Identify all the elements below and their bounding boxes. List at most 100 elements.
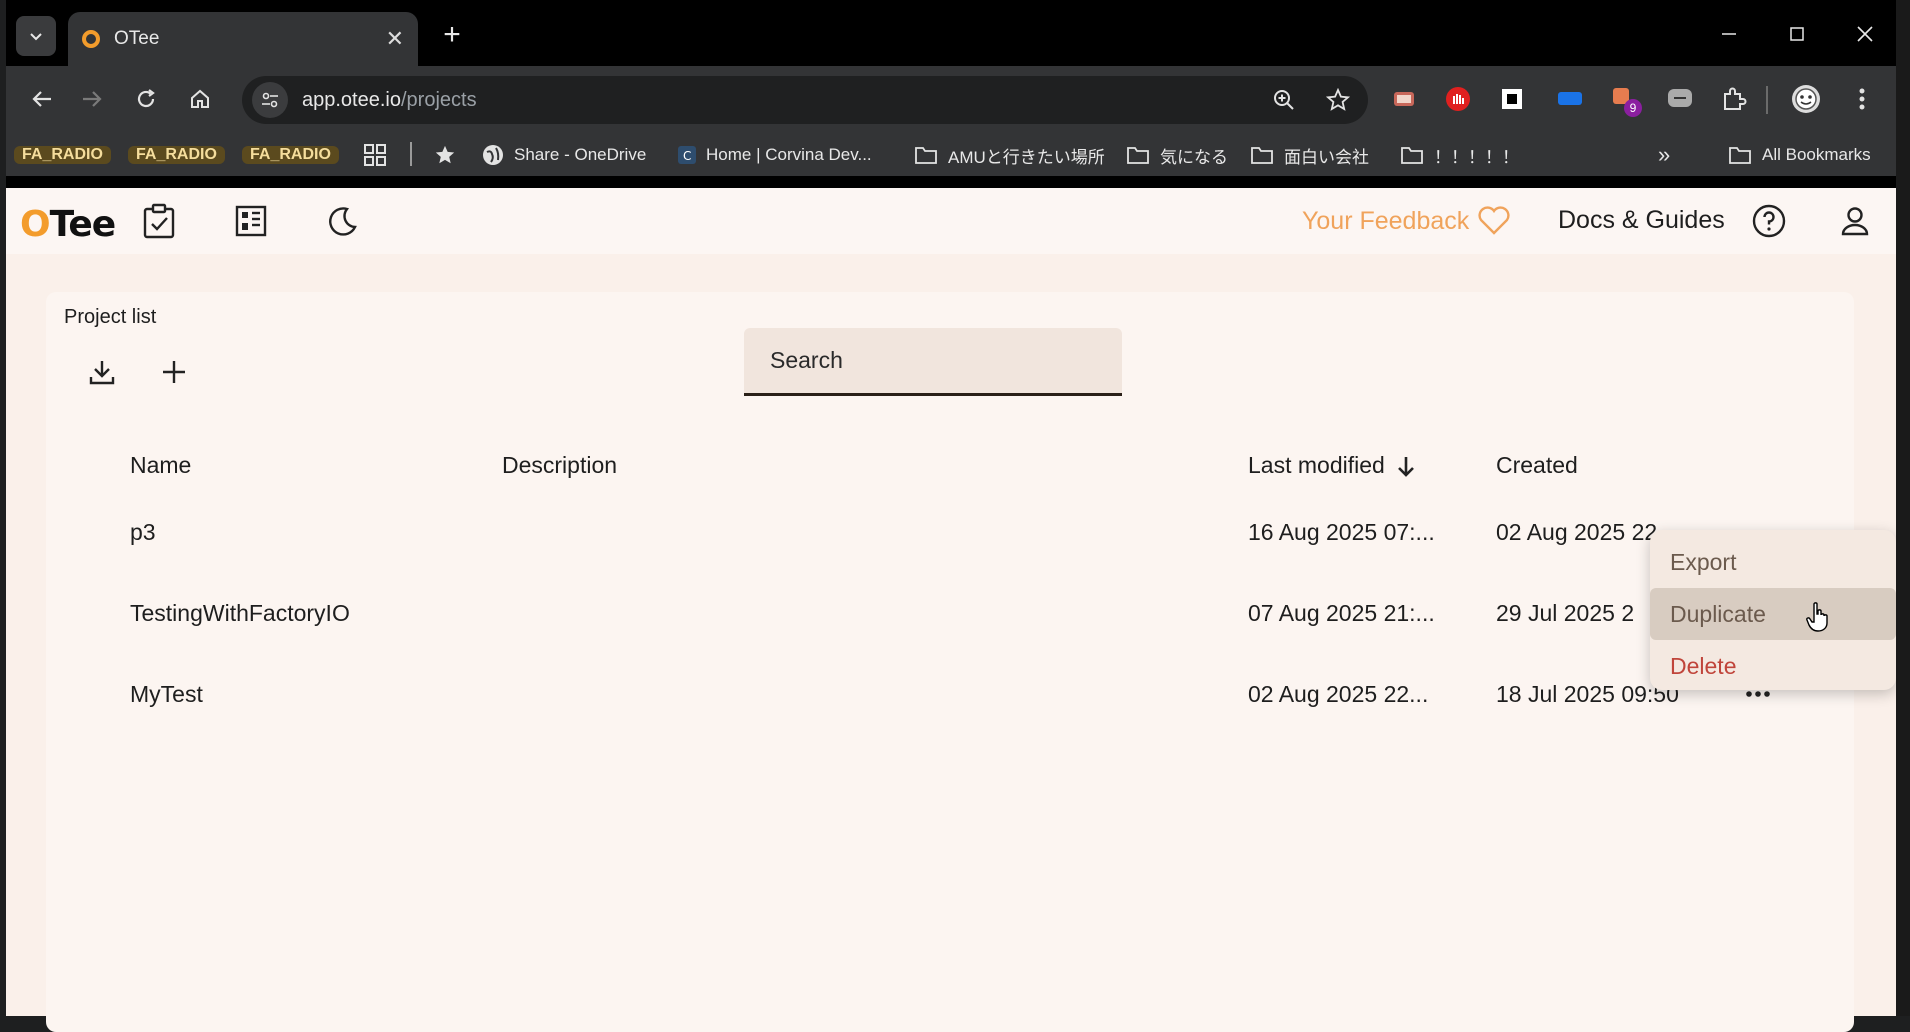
- column-header-description[interactable]: Description: [502, 452, 617, 479]
- column-header-name[interactable]: Name: [130, 452, 191, 479]
- extension-hand-icon[interactable]: [1442, 83, 1474, 115]
- tab-strip: OTee ✕ +: [6, 0, 1896, 66]
- card-title: Project list: [64, 306, 157, 328]
- reload-button[interactable]: [126, 79, 166, 119]
- corvina-favicon-icon: C: [678, 146, 696, 164]
- extension-badge-icon[interactable]: 9: [1608, 83, 1642, 117]
- otee-app: OTee Your Feedback Docs & Guides Project…: [6, 188, 1896, 1032]
- column-header-last-modified[interactable]: Last modified: [1248, 452, 1419, 479]
- home-icon: [191, 89, 209, 108]
- extension-square-icon[interactable]: [1496, 83, 1528, 115]
- close-tab-icon[interactable]: ✕: [386, 26, 404, 52]
- bookmarks-overflow-button[interactable]: »: [1658, 140, 1670, 170]
- close-icon: [1857, 26, 1873, 42]
- bookmark-folder-omoshiroi[interactable]: 面白い会社: [1250, 140, 1369, 170]
- all-bookmarks-button[interactable]: All Bookmarks: [1728, 140, 1871, 170]
- new-tab-button[interactable]: +: [434, 18, 470, 54]
- apps-grid-button[interactable]: [364, 140, 396, 170]
- folder-icon: [1729, 147, 1751, 164]
- zoom-button[interactable]: [1270, 86, 1298, 114]
- table-row[interactable]: MyTest 02 Aug 2025 22... 18 Jul 2025 09:…: [46, 654, 1854, 734]
- browser-menu-icon[interactable]: [1846, 83, 1878, 115]
- folder-icon: [1251, 147, 1273, 164]
- help-button[interactable]: [1748, 200, 1790, 242]
- project-name[interactable]: p3: [130, 492, 156, 572]
- clipboard-check-icon: [143, 203, 175, 239]
- app-header: OTee Your Feedback Docs & Guides: [6, 188, 1896, 254]
- project-name[interactable]: TestingWithFactoryIO: [130, 573, 350, 653]
- bookmark-folder-amu[interactable]: AMUと行きたい場所: [914, 140, 1105, 170]
- minimize-icon: [1722, 33, 1736, 35]
- desktop-edge: [1896, 0, 1910, 1016]
- extension-chat-icon[interactable]: [1664, 83, 1696, 115]
- maximize-icon: [1790, 27, 1804, 41]
- svg-text:C: C: [683, 149, 691, 163]
- extension-cast-icon[interactable]: [1388, 83, 1420, 115]
- hand-cursor-icon: [1806, 602, 1828, 632]
- bookmark-fa-radio-2[interactable]: FA_RADIO: [128, 140, 225, 170]
- project-name[interactable]: MyTest: [130, 654, 203, 734]
- site-info-button[interactable]: [252, 82, 288, 118]
- tab-search-button[interactable]: [16, 16, 56, 56]
- table-row[interactable]: p3 16 Aug 2025 07:... 02 Aug 2025 22: [46, 492, 1854, 572]
- home-button[interactable]: [180, 79, 220, 119]
- maximize-button[interactable]: [1772, 14, 1822, 54]
- bookmark-fa-radio-3[interactable]: FA_RADIO: [242, 140, 339, 170]
- bookmark-onedrive[interactable]: Share - OneDrive: [482, 140, 646, 170]
- folder-icon: [915, 147, 937, 164]
- help-circle-icon: [1752, 204, 1786, 238]
- tune-icon: [262, 92, 278, 108]
- feedback-link[interactable]: Your Feedback: [1302, 206, 1511, 236]
- user-account-button[interactable]: [1834, 200, 1876, 242]
- menu-item-export[interactable]: Export: [1650, 536, 1896, 588]
- close-window-button[interactable]: [1840, 14, 1890, 54]
- profile-avatar-icon[interactable]: [1790, 83, 1822, 115]
- browser-window: OTee ✕ + app.otee.io/projects 9 FA_RADIO…: [6, 0, 1896, 188]
- dashboard-nav-button[interactable]: [230, 200, 272, 242]
- menu-item-delete[interactable]: Delete: [1650, 640, 1896, 692]
- project-created: 29 Jul 2025 2: [1496, 600, 1635, 626]
- bookmark-star-button[interactable]: [1324, 86, 1352, 114]
- bookmarks-bar: FA_RADIO FA_RADIO FA_RADIO Share - OneDr…: [6, 132, 1896, 176]
- globe-icon: [483, 145, 503, 165]
- column-header-created[interactable]: Created: [1496, 452, 1578, 479]
- bookmarks-divider: [410, 142, 412, 166]
- bookmark-star-item[interactable]: [434, 140, 466, 170]
- project-last-modified: 16 Aug 2025 07:...: [1248, 519, 1435, 545]
- address-bar[interactable]: app.otee.io/projects: [242, 76, 1368, 124]
- tasks-nav-button[interactable]: [138, 200, 180, 242]
- extension-badge: 9: [1624, 99, 1642, 117]
- bookmark-fa-radio-1[interactable]: FA_RADIO: [14, 140, 111, 170]
- extensions-puzzle-icon[interactable]: [1718, 83, 1750, 115]
- browser-toolbar: app.otee.io/projects 9: [6, 66, 1896, 132]
- forward-button[interactable]: [72, 79, 112, 119]
- heart-icon: [1478, 206, 1510, 235]
- extension-blue-icon[interactable]: [1554, 83, 1586, 115]
- bookmark-folder-exclaim[interactable]: ！！！！！: [1400, 140, 1519, 170]
- tab-title: OTee: [114, 28, 160, 49]
- table-row[interactable]: TestingWithFactoryIO 07 Aug 2025 21:... …: [46, 573, 1854, 653]
- dark-mode-toggle[interactable]: [322, 200, 364, 242]
- folder-icon: [1401, 147, 1423, 164]
- arrow-left-icon: [32, 91, 51, 107]
- otee-logo[interactable]: OTee: [20, 204, 116, 245]
- chevron-down-icon: [30, 33, 42, 41]
- bookmark-folder-kininaru[interactable]: 気になる: [1126, 140, 1228, 170]
- user-icon: [1841, 207, 1869, 236]
- project-list-card: Project list Search Name Description Las…: [46, 292, 1854, 1032]
- bookmark-corvina[interactable]: C Home | Corvina Dev...: [678, 140, 872, 170]
- add-project-button[interactable]: [152, 350, 196, 394]
- browser-tab-active[interactable]: OTee ✕: [68, 12, 418, 66]
- arrow-right-icon: [83, 91, 102, 107]
- project-last-modified: 07 Aug 2025 21:...: [1248, 600, 1435, 626]
- url-host: app.otee.io: [302, 88, 401, 111]
- search-input[interactable]: Search: [744, 328, 1122, 396]
- import-project-button[interactable]: [80, 350, 124, 394]
- menu-item-duplicate[interactable]: Duplicate: [1650, 588, 1896, 640]
- minimize-button[interactable]: [1704, 14, 1754, 54]
- docs-guides-link[interactable]: Docs & Guides: [1558, 206, 1725, 235]
- row-context-menu: Export Duplicate Delete: [1650, 530, 1896, 690]
- dashboard-icon: [235, 205, 267, 237]
- reload-icon: [137, 89, 155, 108]
- back-button[interactable]: [22, 79, 62, 119]
